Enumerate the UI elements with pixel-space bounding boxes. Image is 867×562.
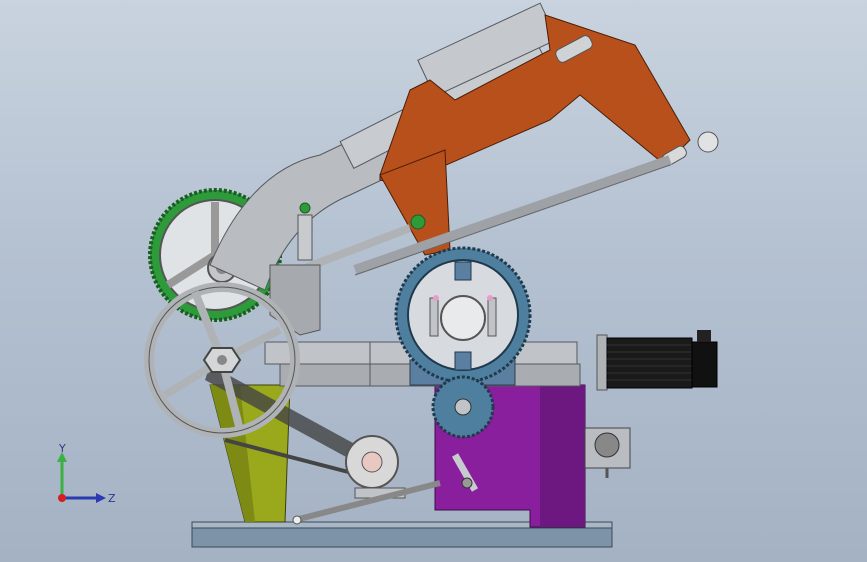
base-plate [191,526,613,548]
ring-gear-bore [440,295,486,341]
cad-model[interactable] [0,0,867,562]
counter-gear [594,432,620,458]
tie-rod-pin [292,515,302,525]
piston-rod [297,214,313,261]
pinion-hub [454,398,472,416]
handwheel-bore [217,355,227,365]
clamp-dot-2 [487,295,493,301]
y-axis-label: Y [58,442,66,455]
z-axis-label: Z [108,492,116,505]
x-axis-dot [58,494,66,502]
vise-block [269,264,321,336]
graphics-viewport[interactable]: Y Z [0,0,867,562]
piston-pin [299,202,311,214]
ring-clamp-left [429,297,439,337]
belt-idler-hub [361,451,383,473]
frame-lever-pin [461,477,473,489]
clamp-dot-1 [433,295,439,301]
motor-flange [596,334,608,391]
motor-end-cap [691,341,718,388]
tension-knob [697,131,719,153]
ring-clamp-right [487,297,497,337]
ring-clamp-top [454,261,472,281]
right-frame-shade [540,385,585,527]
ring-clamp-bottom [454,351,472,371]
coordinate-triad: Y Z [57,442,116,505]
motor-connector [697,330,711,342]
lower-blade [298,224,412,274]
z-axis-arrow [96,493,106,503]
bow-pivot [410,214,426,230]
